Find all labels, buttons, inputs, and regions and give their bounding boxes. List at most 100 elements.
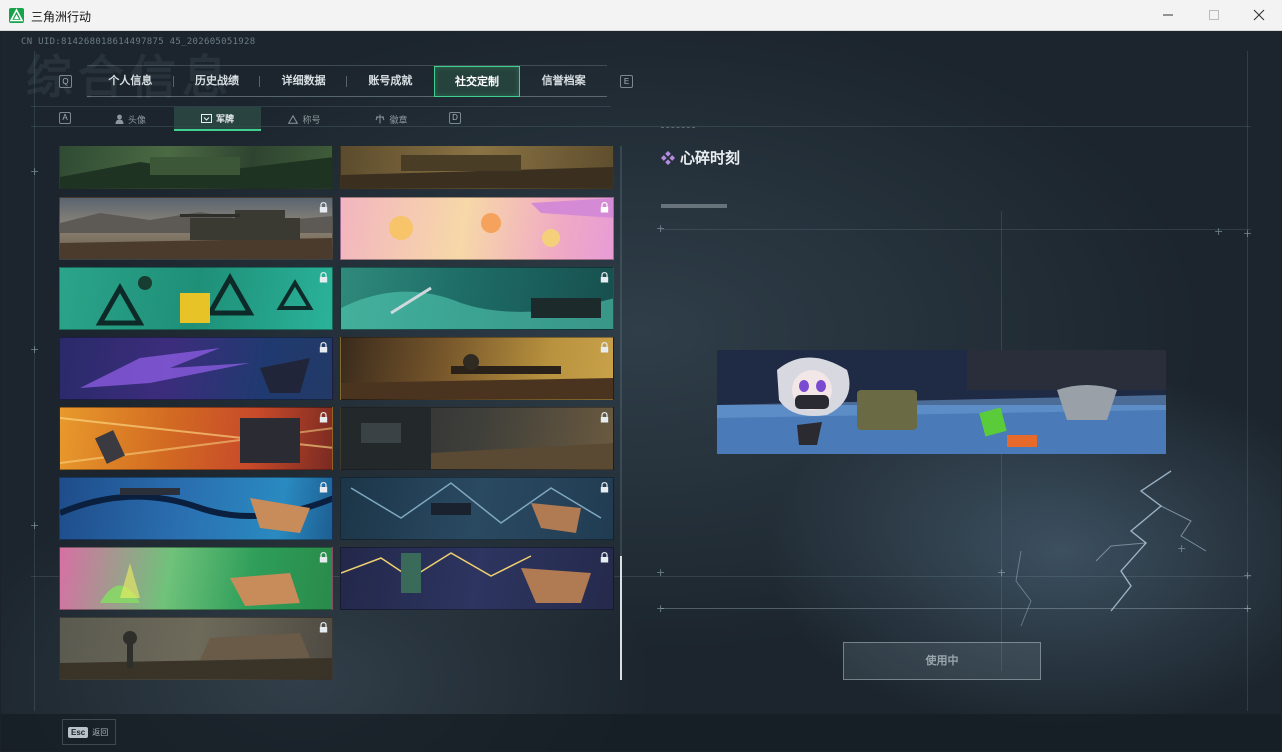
close-icon (1253, 9, 1265, 21)
grid-cross: + (1214, 225, 1224, 238)
tab-detailed-data[interactable]: 详细数据 (260, 66, 347, 97)
tab-social-customization[interactable]: 社交定制 (433, 66, 521, 97)
banner-art (95, 272, 314, 326)
banner-art (60, 210, 332, 259)
dogtag-card[interactable] (59, 197, 333, 260)
lock-icon (319, 552, 328, 563)
lock-icon (600, 202, 609, 213)
grid-cross: + (656, 566, 666, 579)
window-title: 三角洲行动 (31, 10, 92, 24)
banner-art (60, 488, 332, 533)
dogtag-card[interactable] (59, 267, 333, 330)
dogtag-card[interactable] (340, 337, 614, 400)
subtab-title[interactable]: 称号 (261, 107, 348, 131)
grid-cross: + (1243, 227, 1253, 240)
next-subtab-key-hint[interactable]: D (449, 112, 461, 124)
grid-line (661, 229, 1251, 230)
main-tab-bar: 个人信息 历史战绩 详细数据 账号成就 社交定制 信誉档案 (87, 66, 607, 97)
dogtag-card[interactable] (59, 407, 333, 470)
dogtag-card[interactable] (59, 617, 333, 680)
lock-icon (319, 412, 328, 423)
window-titlebar: 三角洲行动 (0, 0, 1282, 31)
back-label: 返回 (92, 727, 109, 737)
lock-icon (600, 272, 609, 283)
grid-cross: + (656, 602, 666, 615)
banner-art (60, 417, 332, 464)
dogtag-card[interactable] (340, 547, 614, 610)
maximize-button[interactable] (1191, 0, 1237, 31)
tab-credit-record[interactable]: 信誉档案 (520, 66, 607, 97)
lock-icon (319, 482, 328, 493)
dogtag-card[interactable] (340, 407, 614, 470)
banner-art (389, 198, 613, 247)
subtab-dogtag-label: 军牌 (215, 113, 234, 124)
lock-icon (319, 342, 328, 353)
in-use-button[interactable]: 使用中 (843, 642, 1041, 680)
dogtag-card[interactable] (340, 267, 614, 330)
back-button[interactable]: Esc 返回 (62, 719, 116, 745)
grid-cross: + (30, 519, 40, 532)
tab-account-achievements[interactable]: 账号成就 (347, 66, 434, 97)
detail-subtitle-placeholder (661, 204, 727, 208)
banner-art (341, 155, 613, 188)
grid-cross: + (30, 343, 40, 356)
close-button[interactable] (1236, 0, 1282, 31)
person-icon (115, 114, 124, 124)
banner-art (60, 157, 332, 188)
banner-art (341, 552, 591, 603)
badge-icon (200, 113, 212, 123)
banner-art (60, 631, 332, 679)
prev-tab-key-hint[interactable]: Q (59, 75, 72, 88)
grid-cross: + (1243, 569, 1253, 582)
banner-art (341, 408, 613, 469)
dogtag-preview (717, 350, 1166, 454)
dogtag-card[interactable] (59, 337, 333, 400)
detail-title-text: 心碎时刻 (680, 150, 741, 167)
banner-art (341, 286, 613, 329)
lock-icon (319, 622, 328, 633)
tab-personal-info[interactable]: 个人信息 (87, 66, 174, 97)
banner-art (341, 354, 613, 399)
grid-cross: + (656, 222, 666, 235)
dogtag-card[interactable] (340, 477, 614, 540)
sub-tab-bar: 头像 军牌 称号 徽章 (87, 107, 437, 131)
medal-icon (376, 114, 385, 124)
detail-title: 心碎时刻 (661, 147, 740, 168)
dogtag-card[interactable] (59, 146, 333, 189)
grid-line (34, 51, 35, 711)
subtab-title-label: 称号 (302, 114, 321, 125)
lock-icon (600, 482, 609, 493)
lock-icon (319, 202, 328, 213)
subtab-avatar-label: 头像 (127, 114, 146, 125)
subtab-dogtag[interactable]: 军牌 (174, 107, 261, 131)
footer-bar (1, 714, 1281, 751)
next-tab-key-hint[interactable]: E (620, 75, 633, 88)
subtab-avatar[interactable]: 头像 (87, 107, 174, 131)
esc-key-hint: Esc (68, 726, 89, 738)
dogtag-card[interactable] (340, 146, 614, 189)
subtab-medal[interactable]: 徽章 (348, 107, 435, 131)
lock-icon (600, 342, 609, 353)
dogtag-grid (59, 146, 615, 680)
banner-art (350, 482, 602, 533)
grid-cross: + (30, 165, 40, 178)
subtab-medal-label: 徽章 (389, 114, 408, 125)
diamond-icon (661, 150, 675, 165)
banner-art (80, 348, 310, 393)
lock-icon (600, 552, 609, 563)
app-logo-icon (9, 8, 24, 23)
grid-scrollbar[interactable] (620, 146, 622, 680)
tab-match-history[interactable]: 历史战绩 (174, 66, 261, 97)
detail-decoration (661, 127, 695, 128)
dogtag-card[interactable] (59, 477, 333, 540)
banner-art (100, 563, 300, 606)
lock-icon (319, 272, 328, 283)
minimize-button[interactable] (1145, 0, 1191, 31)
prev-subtab-key-hint[interactable]: A (59, 112, 71, 124)
triangle-icon (288, 114, 299, 124)
game-viewport: + + + + + + + + + + + + CN UID:814268018… (1, 31, 1281, 751)
dogtag-card[interactable] (340, 197, 614, 260)
lock-icon (600, 412, 609, 423)
dogtag-card[interactable] (59, 547, 333, 610)
grid-scrollbar-thumb[interactable] (620, 556, 622, 680)
